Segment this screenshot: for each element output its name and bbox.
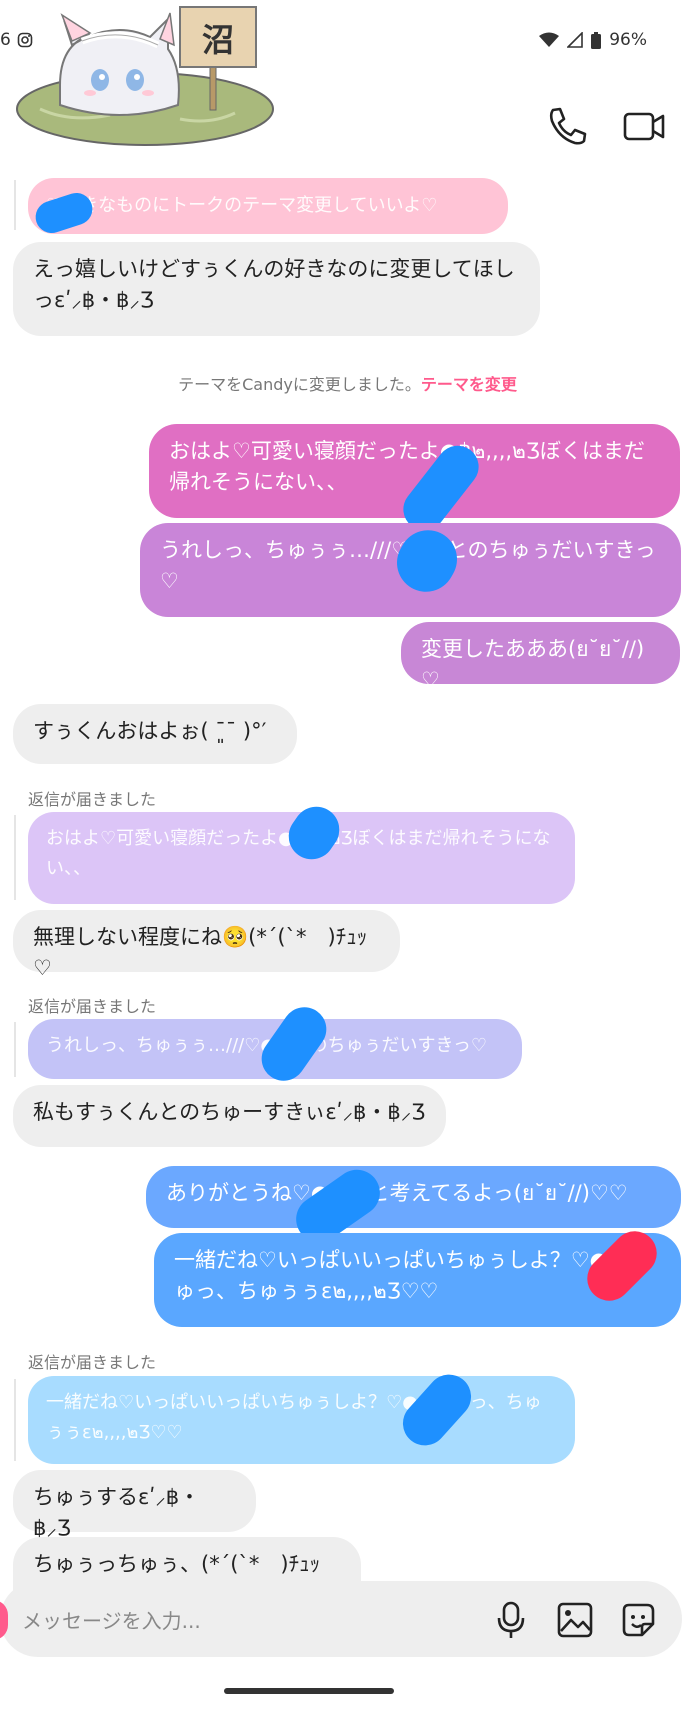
incoming-message[interactable]: えっ嬉しいけどすぅくんの好きなのに変更してほしっɛʹ⸝฿・฿⸝Ʒ bbox=[13, 242, 540, 336]
phone-icon[interactable] bbox=[545, 104, 589, 148]
microphone-icon[interactable] bbox=[494, 1600, 528, 1640]
reply-label: 返信が届きました bbox=[28, 997, 157, 1016]
incoming-message[interactable]: 私もすぅくんとのちゅーすきぃɛʹ⸝฿・฿⸝Ʒ bbox=[13, 1085, 446, 1147]
wifi-icon bbox=[539, 32, 560, 47]
outgoing-message[interactable]: ありがとうね♡●●こと考えてるよっ(ย˘ย˘//)♡♡ bbox=[146, 1166, 681, 1228]
quoted-message[interactable]: 一緒だね♡いっぱいいっぱいちゅぅしよ？♡●●ちゅっ、ちゅぅぅɛ๒,,,,๒Ʒ♡♡ bbox=[28, 1376, 575, 1464]
video-camera-icon[interactable] bbox=[622, 104, 666, 148]
quote-bar bbox=[14, 180, 16, 230]
system-notice-text: テーマをCandyに変更しました。 bbox=[178, 375, 421, 394]
sticker-icon[interactable] bbox=[620, 1602, 656, 1638]
quote-bar bbox=[14, 815, 16, 900]
home-indicator[interactable] bbox=[224, 1688, 394, 1694]
message-input[interactable]: メッセージを入力... bbox=[22, 1605, 201, 1634]
sticker-sign-text: 沼 bbox=[202, 21, 234, 59]
image-icon[interactable] bbox=[557, 1602, 593, 1638]
sticker-image: 沼 bbox=[16, 6, 274, 146]
system-notice: テーマをCandyに変更しました。テーマを変更 bbox=[0, 371, 695, 395]
battery-icon bbox=[591, 31, 602, 49]
reply-label: 返信が届きました bbox=[28, 790, 157, 809]
battery-percent: 96% bbox=[609, 30, 647, 50]
quote-bar bbox=[14, 1022, 16, 1077]
incoming-message[interactable]: ちゅぅするɛʹ⸝฿・฿⸝Ʒ bbox=[13, 1470, 256, 1540]
change-theme-link[interactable]: テーマを変更 bbox=[421, 375, 517, 394]
quoted-message-pink[interactable]: ♡すきなものにトークのテーマ変更していいよ♡ bbox=[28, 178, 508, 234]
outgoing-message[interactable]: 変更したあああ(ย˘ย˘//)♡ bbox=[401, 622, 680, 692]
reply-label: 返信が届きました bbox=[28, 1353, 157, 1372]
incoming-message[interactable]: すぅくんおはよぉ( ˉ͈ˉ )°′ bbox=[13, 704, 297, 764]
incoming-message[interactable]: 無理しない程度にね🥺(*´(`* )ﾁｭｯ♡ bbox=[13, 910, 400, 980]
signal-icon bbox=[567, 32, 584, 48]
quote-bar bbox=[14, 1379, 16, 1461]
status-right: 96% bbox=[539, 30, 647, 50]
